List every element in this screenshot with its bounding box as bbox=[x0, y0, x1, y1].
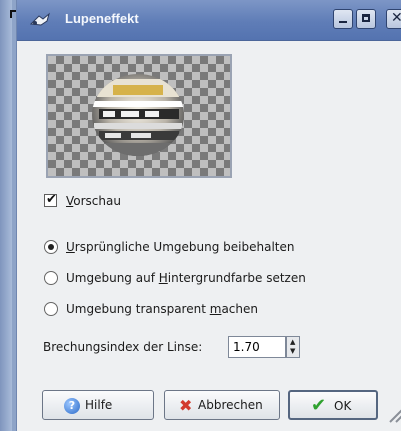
refraction-index-input[interactable] bbox=[228, 336, 286, 358]
radio-label: Umgebung transparent machen bbox=[66, 302, 258, 316]
preview-label: Vorschau bbox=[66, 194, 121, 208]
radio-button[interactable] bbox=[44, 302, 58, 316]
preview-checkbox[interactable]: ✔ bbox=[44, 192, 57, 207]
preview-area bbox=[46, 54, 232, 178]
help-icon: ? bbox=[64, 398, 80, 414]
preview-label-rest: orschau bbox=[73, 194, 121, 208]
close-button[interactable]: ✕ bbox=[386, 9, 401, 29]
window-title: Lupeneffekt bbox=[65, 11, 139, 26]
magnifier-plugin-icon bbox=[29, 12, 51, 28]
ok-button[interactable]: ✔ OK bbox=[288, 390, 378, 420]
minimize-icon bbox=[339, 21, 347, 23]
check-mark-icon: ✔ bbox=[46, 192, 57, 207]
lens-effect-dialog: Lupeneffekt ✕ ✔ Vorschau Ursprüngliche U… bbox=[16, 0, 401, 431]
title-bar[interactable]: Lupeneffekt ✕ bbox=[17, 0, 401, 41]
radio-label: Ursprüngliche Umgebung beibehalten bbox=[66, 240, 295, 254]
ok-label: OK bbox=[334, 399, 352, 413]
cancel-label: Abbrechen bbox=[198, 398, 263, 412]
refraction-spinner[interactable]: ▲ ▼ bbox=[286, 336, 300, 358]
resize-grip-icon[interactable] bbox=[386, 396, 401, 424]
cancel-x-icon: ✖ bbox=[179, 396, 193, 415]
radio-button[interactable] bbox=[44, 271, 58, 285]
desktop-edge bbox=[0, 0, 12, 431]
radio-button[interactable] bbox=[44, 240, 58, 254]
cancel-button[interactable]: ✖ Abbrechen bbox=[164, 390, 280, 420]
checkmark-icon: ✔ bbox=[311, 395, 327, 416]
spin-up-icon[interactable]: ▲ bbox=[290, 338, 295, 346]
maximize-button[interactable] bbox=[356, 9, 376, 29]
refraction-label: Brechungsindex der Linse: bbox=[43, 340, 203, 354]
lens-preview-image bbox=[92, 74, 184, 156]
minimize-button[interactable] bbox=[333, 9, 353, 29]
radio-label: Umgebung auf Hintergrundfarbe setzen bbox=[66, 271, 306, 285]
spin-down-icon[interactable]: ▼ bbox=[290, 347, 295, 355]
close-icon: ✕ bbox=[391, 10, 401, 26]
maximize-icon bbox=[362, 14, 370, 22]
help-label: Hilfe bbox=[85, 398, 113, 412]
help-button[interactable]: ? Hilfe bbox=[42, 390, 154, 420]
radio-selected-dot bbox=[48, 244, 54, 250]
